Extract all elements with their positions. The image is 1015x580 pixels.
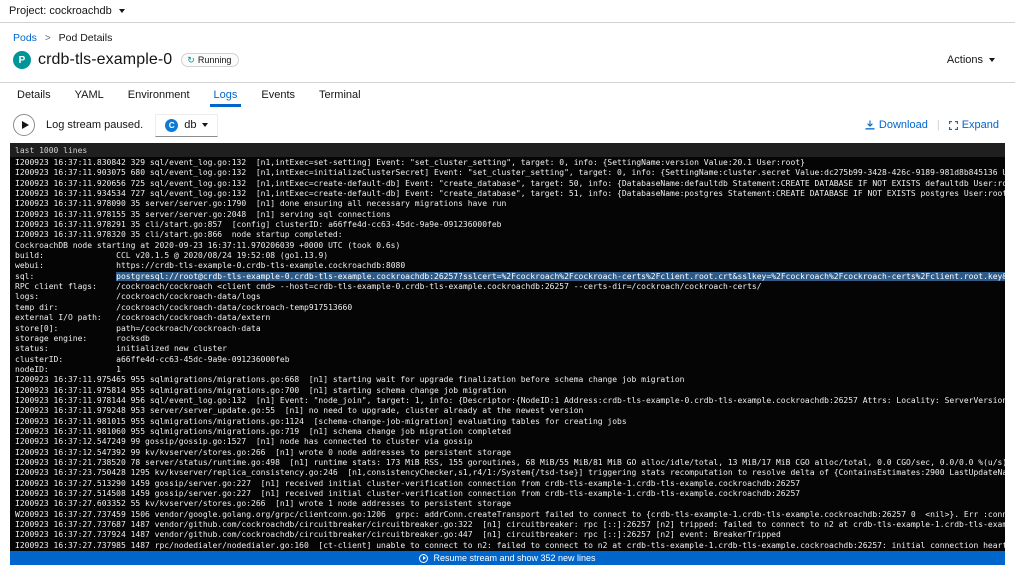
page-header: P crdb-tls-example-0 ↻ Running Actions xyxy=(0,45,1015,82)
container-badge-icon: C xyxy=(165,119,178,132)
log-line: I200923 16:37:11.978320 35 cli/start.go:… xyxy=(15,230,1005,240)
log-line: I200923 16:37:27.737924 1487 vendor/gith… xyxy=(15,530,1005,540)
log-line: I200923 16:37:11.975465 955 sqlmigration… xyxy=(15,375,1005,385)
log-toolbar: Log stream paused. C db Download | Expan… xyxy=(0,107,1015,143)
toolbar-divider: | xyxy=(937,119,940,131)
actions-dropdown[interactable]: Actions xyxy=(947,54,995,66)
log-line: I200923 16:37:11.934534 727 sql/event_lo… xyxy=(15,189,1005,199)
tab-yaml[interactable]: YAML xyxy=(71,83,108,107)
log-line: I200923 16:37:27.603352 55 kv/kvserver/s… xyxy=(15,499,1005,509)
pod-resource-badge: P xyxy=(13,51,31,69)
log-line: I200923 16:37:11.978155 35 server/server… xyxy=(15,210,1005,220)
play-icon xyxy=(22,121,29,129)
sync-icon: ↻ xyxy=(187,56,195,65)
log-toolbar-right: Download | Expand xyxy=(865,119,999,131)
chevron-down-icon xyxy=(989,58,995,62)
log-line: I200923 16:37:11.981060 955 sqlmigration… xyxy=(15,427,1005,437)
tab-events[interactable]: Events xyxy=(257,83,299,107)
chevron-down-icon xyxy=(202,123,208,127)
project-bar: Project: cockroachdb xyxy=(0,0,1015,23)
log-line: I200923 16:37:12.547249 99 gossip/gossip… xyxy=(15,437,1005,447)
log-lines: I200923 16:37:11.830842 329 sql/event_lo… xyxy=(10,157,1005,551)
download-button[interactable]: Download xyxy=(865,119,928,131)
log-line: temp dir: /cockroach/cockroach-data/cock… xyxy=(15,303,1005,313)
log-line: I200923 16:37:11.978090 35 server/server… xyxy=(15,199,1005,209)
log-line: I200923 16:37:23.750428 1295 kv/kvserver… xyxy=(15,468,1005,478)
resume-stream-banner-label: Resume stream and show 352 new lines xyxy=(433,553,595,563)
log-line: sql: postgresql://root@crdb-tls-example-… xyxy=(15,272,1005,282)
log-line: store[0]: path=/cockroach/cockroach-data xyxy=(15,324,1005,334)
tab-terminal[interactable]: Terminal xyxy=(315,83,365,107)
log-line: I200923 16:37:11.920656 725 sql/event_lo… xyxy=(15,179,1005,189)
log-line: clusterID: a66ffe4d-cc63-45dc-9a9e-09123… xyxy=(15,355,1005,365)
container-selector-value: db xyxy=(184,119,196,131)
log-line: I200923 16:37:21.738520 78 server/status… xyxy=(15,458,1005,468)
tab-logs[interactable]: Logs xyxy=(210,83,242,107)
log-viewer[interactable]: last 1000 lines I200923 16:37:11.830842 … xyxy=(10,143,1005,565)
log-line: I200923 16:37:11.978144 956 sql/event_lo… xyxy=(15,396,1005,406)
log-line: nodeID: 1 xyxy=(15,365,1005,375)
log-line: I200923 16:37:27.737985 1487 rpc/nodedia… xyxy=(15,541,1005,551)
log-line: W200923 16:37:27.737459 1506 vendor/goog… xyxy=(15,510,1005,520)
log-line: RPC client flags: /cockroach/cockroach <… xyxy=(15,282,1005,292)
log-stream-status-text: Log stream paused. xyxy=(46,119,143,131)
log-line: I200923 16:37:27.737687 1487 vendor/gith… xyxy=(15,520,1005,530)
project-selector[interactable]: Project: cockroachdb xyxy=(9,5,125,17)
breadcrumb-separator: > xyxy=(45,33,51,44)
status-badge-label: Running xyxy=(198,55,232,65)
log-line: build: CCL v20.1.5 @ 2020/08/24 19:52:08… xyxy=(15,251,1005,261)
log-line: logs: /cockroach/cockroach-data/logs xyxy=(15,292,1005,302)
expand-button-label: Expand xyxy=(962,119,999,131)
log-line: webui: https://crdb-tls-example-0.crdb-t… xyxy=(15,261,1005,271)
play-circle-icon xyxy=(419,554,428,563)
breadcrumb-pods-link[interactable]: Pods xyxy=(13,32,37,44)
log-line: storage engine: rocksdb xyxy=(15,334,1005,344)
page-title: crdb-tls-example-0 xyxy=(38,51,172,69)
log-line: I200923 16:37:27.514508 1459 gossip/serv… xyxy=(15,489,1005,499)
log-line: I200923 16:37:27.513290 1459 gossip/serv… xyxy=(15,479,1005,489)
expand-icon xyxy=(949,121,958,130)
log-line: I200923 16:37:11.978291 35 cli/start.go:… xyxy=(15,220,1005,230)
chevron-down-icon xyxy=(119,9,125,13)
log-line: I200923 16:37:11.903075 680 sql/event_lo… xyxy=(15,168,1005,178)
resume-log-stream-button[interactable] xyxy=(13,114,35,136)
tab-details[interactable]: Details xyxy=(13,83,55,107)
download-button-label: Download xyxy=(879,119,928,131)
log-line: I200923 16:37:11.979248 953 server/serve… xyxy=(15,406,1005,416)
container-selector[interactable]: C db xyxy=(155,114,218,137)
project-selector-label: Project: cockroachdb xyxy=(9,5,112,17)
breadcrumb-current: Pod Details xyxy=(59,32,113,44)
actions-dropdown-label: Actions xyxy=(947,54,983,66)
log-line: external I/O path: /cockroach/cockroach-… xyxy=(15,313,1005,323)
tab-bar: Details YAML Environment Logs Events Terminal xyxy=(0,82,1015,107)
log-line: CockroachDB node starting at 2020-09-23 … xyxy=(15,241,1005,251)
log-line: I200923 16:37:12.547392 99 kv/kvserver/s… xyxy=(15,448,1005,458)
status-badge: ↻ Running xyxy=(181,53,239,67)
log-line: I200923 16:37:11.975814 955 sqlmigration… xyxy=(15,386,1005,396)
download-icon xyxy=(865,120,875,130)
log-line-count-header: last 1000 lines xyxy=(10,143,1005,157)
tab-environment[interactable]: Environment xyxy=(124,83,194,107)
log-line: I200923 16:37:11.830842 329 sql/event_lo… xyxy=(15,158,1005,168)
log-line: status: initialized new cluster xyxy=(15,344,1005,354)
expand-button[interactable]: Expand xyxy=(949,119,999,131)
log-line: I200923 16:37:11.981015 955 sqlmigration… xyxy=(15,417,1005,427)
resume-stream-banner[interactable]: Resume stream and show 352 new lines xyxy=(10,551,1005,565)
breadcrumb: Pods > Pod Details xyxy=(0,23,1015,45)
